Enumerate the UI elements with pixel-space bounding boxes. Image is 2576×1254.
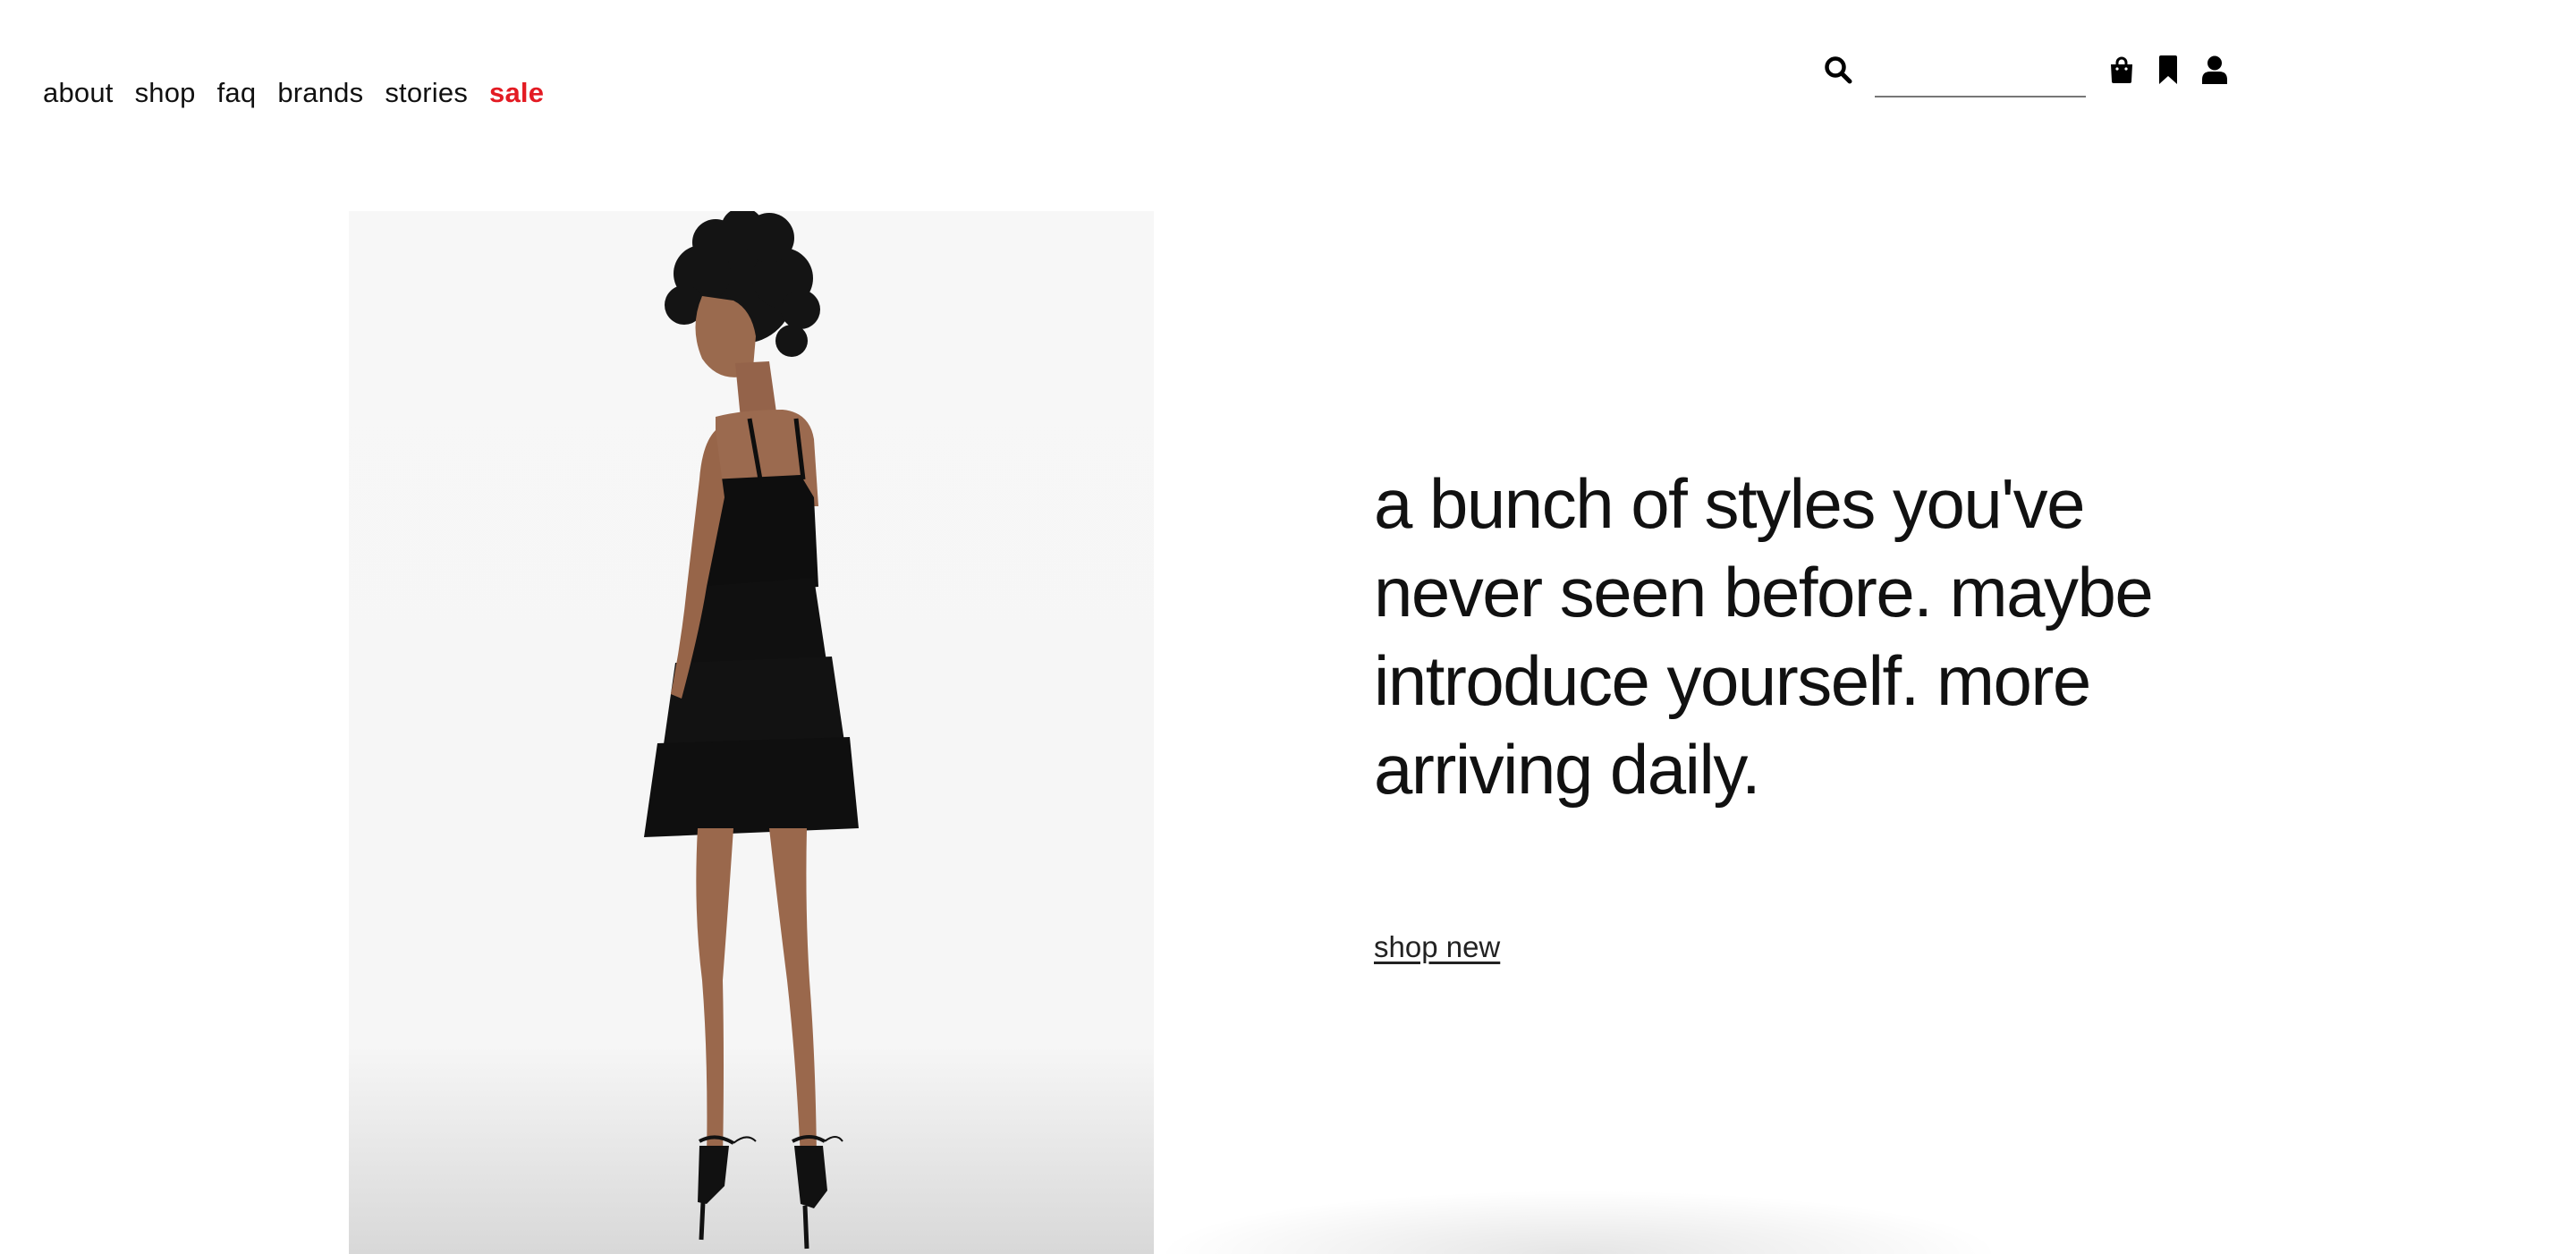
nav-link-faq[interactable]: faq xyxy=(217,77,257,109)
main-nav: about shop faq brands stories sale xyxy=(43,77,565,109)
nav-link-brands[interactable]: brands xyxy=(277,77,363,109)
account-icon[interactable] xyxy=(2200,54,2229,86)
shopping-bag-icon[interactable] xyxy=(2107,54,2136,86)
nav-link-about[interactable]: about xyxy=(43,77,114,109)
search-icon[interactable] xyxy=(1821,53,1855,87)
nav-link-stories[interactable]: stories xyxy=(385,77,468,109)
utility-bar xyxy=(1821,41,2229,98)
nav-link-shop[interactable]: shop xyxy=(135,77,196,109)
hero-headline: a bunch of styles you've never seen befo… xyxy=(1374,464,2154,809)
shop-new-link[interactable]: shop new xyxy=(1374,930,1500,964)
bottom-shadow xyxy=(1154,1190,2004,1254)
search-input[interactable] xyxy=(1875,56,2086,97)
hero-copy: a bunch of styles you've never seen befo… xyxy=(1374,460,2179,964)
model-illustration xyxy=(644,211,859,1250)
nav-link-sale[interactable]: sale xyxy=(489,77,544,109)
page: about shop faq brands stories sale a bun… xyxy=(0,0,2576,1254)
hero-image[interactable] xyxy=(349,211,1154,1254)
bookmark-icon[interactable] xyxy=(2156,54,2181,86)
